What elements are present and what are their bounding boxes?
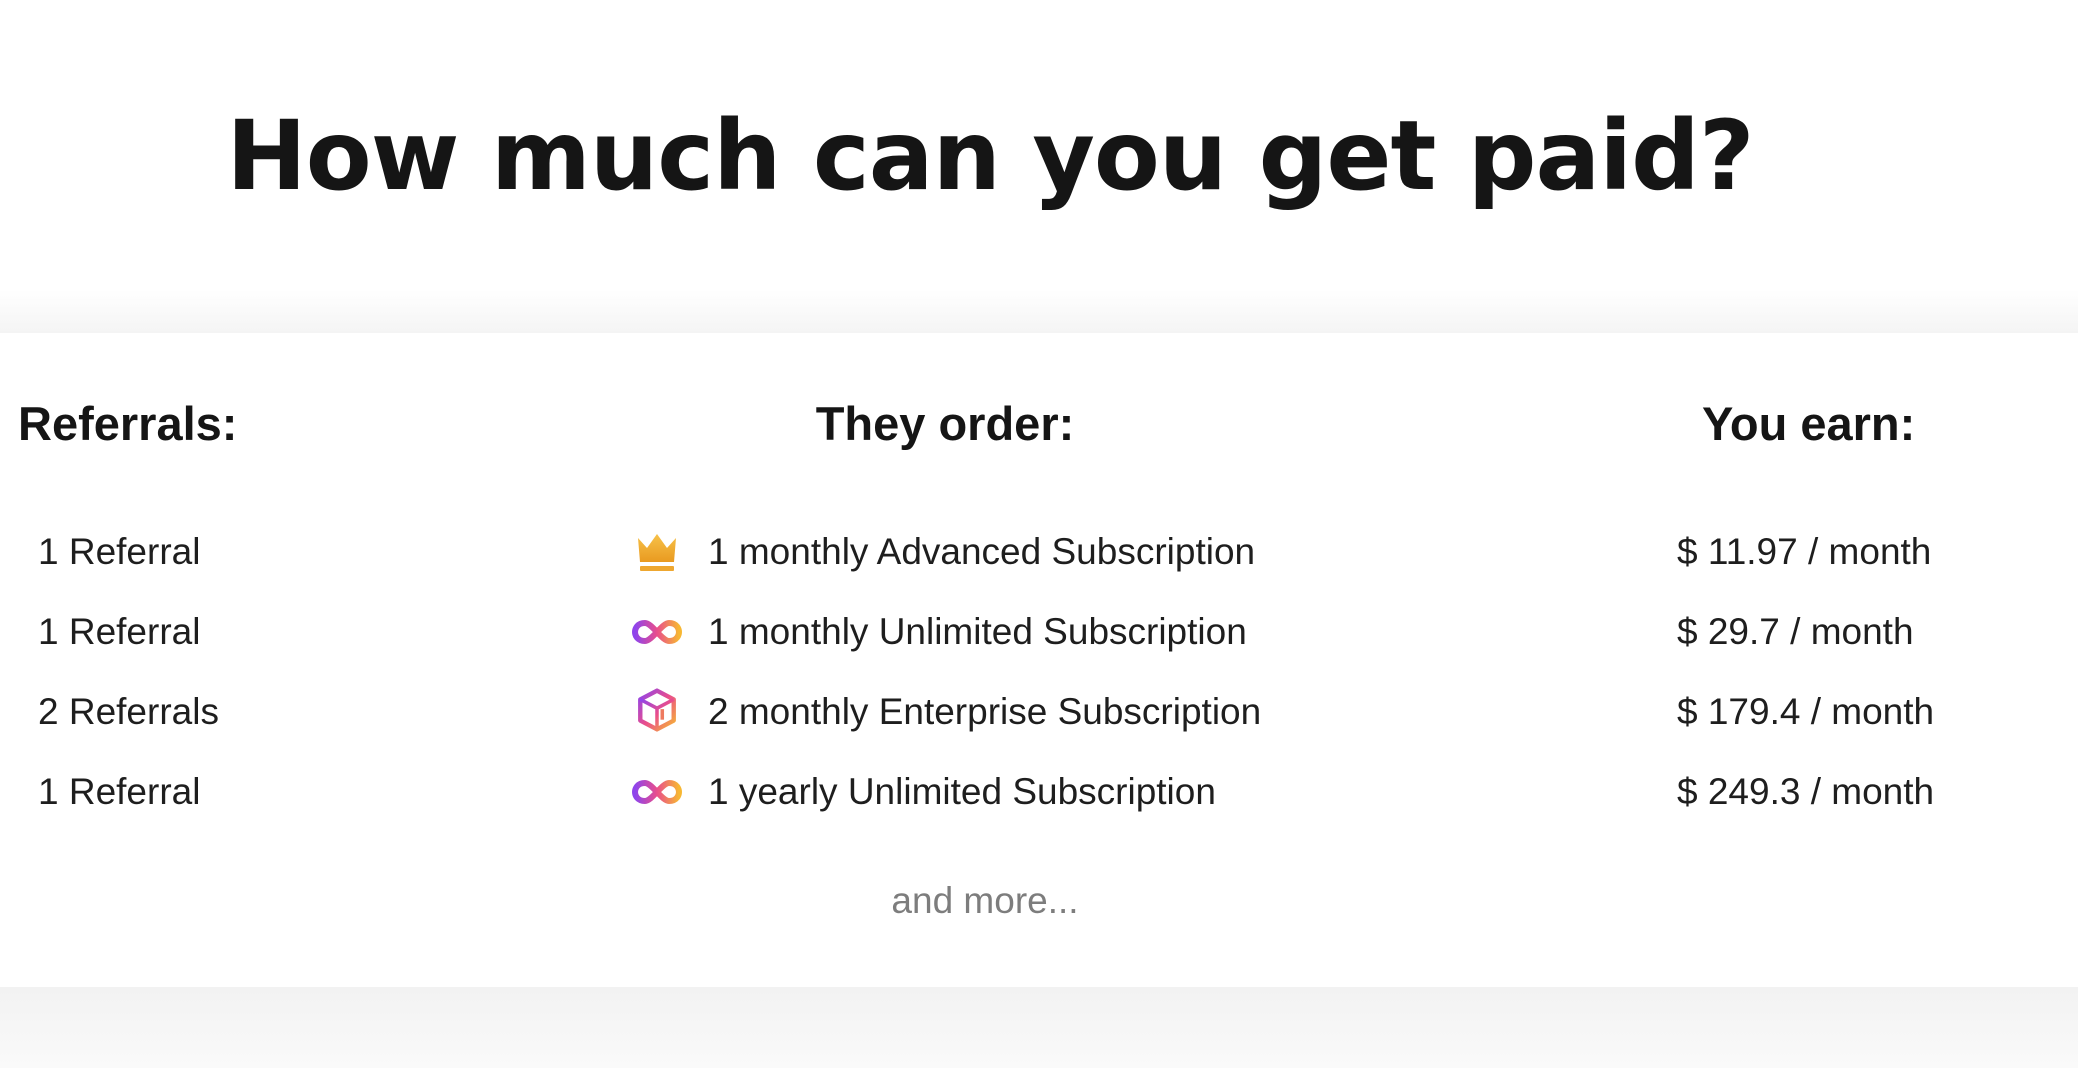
page-title: How much can you get paid? (226, 100, 1754, 212)
infinity-icon (632, 610, 682, 654)
earn-cell: $ 11.97 / month (1677, 531, 1932, 572)
earn-cell: $ 179.4 / month (1677, 691, 1935, 732)
order-cell: 1 monthly Advanced Subscription (708, 531, 1256, 572)
earn-cell: $ 249.3 / month (1677, 771, 1935, 812)
header-order: They order: (815, 397, 1075, 450)
earn-cell: $ 29.7 / month (1677, 611, 1914, 652)
referrals-cell: 1 Referral (38, 531, 201, 572)
crown-icon (632, 530, 682, 574)
and-more-text: and more... (891, 880, 1079, 921)
order-cell: 2 monthly Enterprise Subscription (708, 691, 1262, 732)
table-row: 1 Referral 1 yearly Unlimited Subscripti… (0, 762, 2078, 822)
header-earn: You earn: (1702, 397, 1916, 450)
table-row: 1 Referral 1 monthly Unlimited Subscript… (0, 602, 2078, 662)
referrals-cell: 1 Referral (38, 771, 201, 812)
hero-section: How much can you get paid? (0, 0, 1980, 330)
page: How much can you get paid? Referrals: Th… (0, 0, 2078, 1068)
referrals-cell: 2 Referrals (38, 691, 219, 732)
table-row: 2 Referrals 2 monthly Enterprise Subscri… (0, 682, 2078, 742)
order-cell: 1 monthly Unlimited Subscription (708, 611, 1247, 652)
section-divider-top (0, 290, 2078, 334)
infinity-icon (632, 770, 682, 814)
enterprise-box-icon (632, 688, 682, 734)
order-cell: 1 yearly Unlimited Subscription (708, 771, 1216, 812)
table-row: 1 Referral 1 monthly Advanced Subscripti… (0, 522, 2078, 582)
referrals-cell: 1 Referral (38, 611, 201, 652)
section-divider-bottom (0, 987, 2078, 1068)
